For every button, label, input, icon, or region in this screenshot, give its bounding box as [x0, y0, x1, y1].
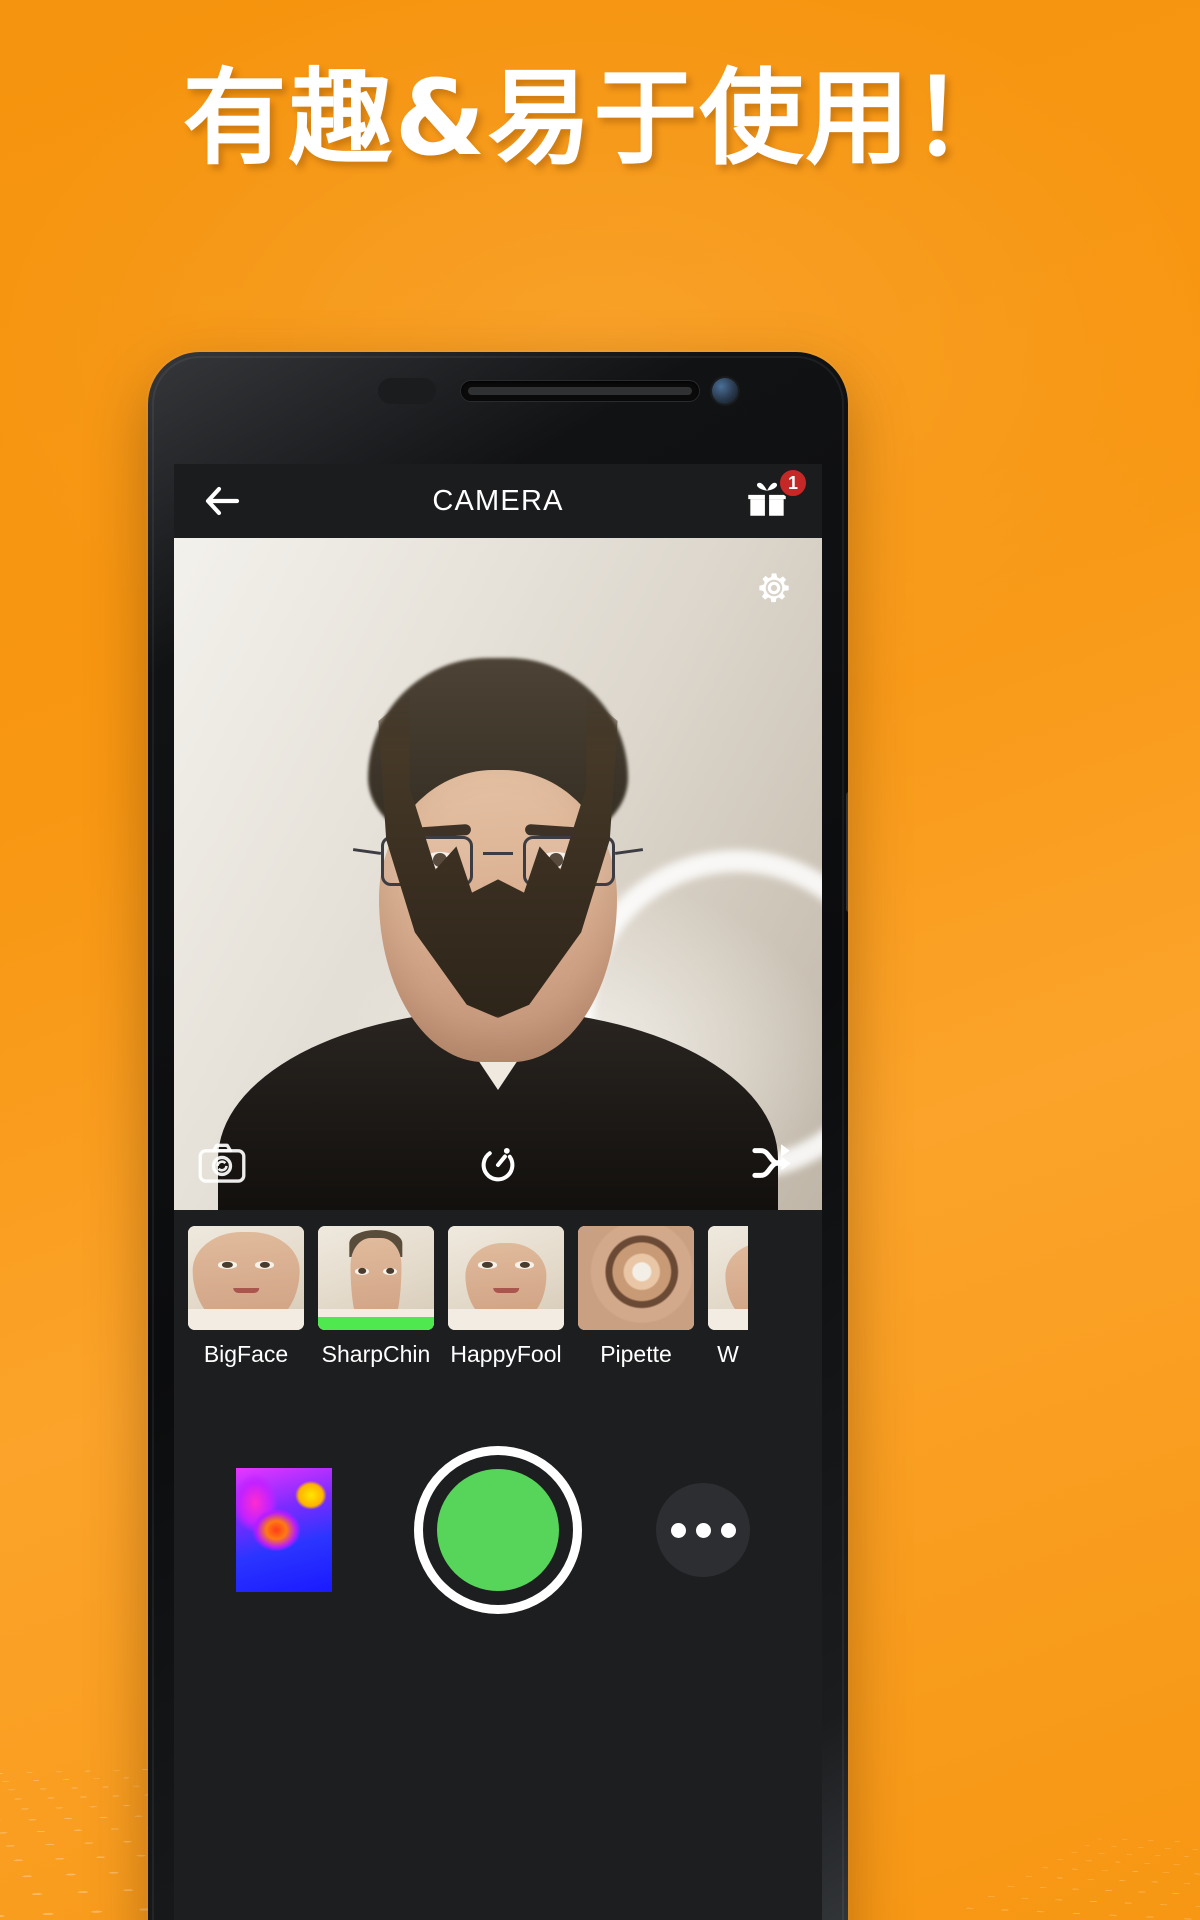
- filter-thumbnail: [578, 1226, 694, 1330]
- switch-camera-icon: [198, 1143, 246, 1183]
- settings-button[interactable]: [752, 566, 796, 610]
- phone-power-button: [846, 792, 848, 912]
- thumb-face: [578, 1226, 694, 1330]
- camera-viewfinder[interactable]: [174, 538, 822, 1210]
- earpiece-slit: [468, 387, 692, 395]
- filter-thumbnail: [448, 1226, 564, 1330]
- gift-button[interactable]: 1: [742, 468, 808, 530]
- filter-thumbnail: [188, 1226, 304, 1330]
- promo-headline: 有趣&易于使用！: [182, 57, 1018, 179]
- thumb-eye-right: [382, 1267, 397, 1275]
- thumb-eye-left: [478, 1261, 497, 1269]
- more-dot: [720, 1522, 736, 1538]
- glasses-bridge: [483, 852, 513, 855]
- arrow-left-icon: [205, 486, 240, 516]
- thumb-eye-left: [355, 1267, 370, 1275]
- filter-label: W: [717, 1341, 739, 1367]
- promo-screenshot: 有趣&易于使用！ CAMERA 1 BigFace SharpChin Happ…: [0, 0, 1200, 1920]
- shutter-button[interactable]: [414, 1446, 582, 1614]
- gear-icon: [759, 573, 789, 603]
- shutter-button-inner: [437, 1469, 559, 1591]
- filter-item-next[interactable]: W: [708, 1226, 748, 1368]
- thumb-mouth: [233, 1288, 259, 1293]
- more-dot: [670, 1522, 686, 1538]
- front-camera-lens: [712, 378, 738, 404]
- shuffle-icon: [752, 1144, 791, 1178]
- back-button[interactable]: [196, 475, 248, 527]
- filter-item-bigface[interactable]: BigFace: [188, 1226, 304, 1368]
- phone-top-bezel: [148, 352, 848, 464]
- filter-label: HappyFool: [450, 1341, 562, 1367]
- app-bar: CAMERA 1: [174, 464, 822, 538]
- thumb-eye-right: [255, 1261, 274, 1269]
- more-options-button[interactable]: [656, 1483, 750, 1577]
- thumb-shirt: [708, 1309, 748, 1330]
- filter-label: BigFace: [203, 1341, 289, 1367]
- thumb-shirt: [448, 1309, 564, 1330]
- phone-device-frame: CAMERA 1 BigFace SharpChin HappyFool Pip…: [148, 352, 848, 1920]
- filter-selected-indicator: [318, 1317, 434, 1330]
- page-title: CAMERA: [432, 484, 564, 517]
- app-screen: CAMERA 1 BigFace SharpChin HappyFool Pip…: [174, 464, 822, 1920]
- proximity-sensor: [378, 378, 436, 404]
- timer-icon: [481, 1147, 515, 1182]
- gallery-thumbnail[interactable]: [236, 1468, 332, 1592]
- filter-thumbnail: [708, 1226, 748, 1330]
- thumb-mouth: [493, 1288, 519, 1293]
- earpiece-speaker: [460, 380, 700, 402]
- filter-thumbnail: [318, 1226, 434, 1330]
- more-dot: [695, 1522, 711, 1538]
- timer-button[interactable]: [475, 1142, 521, 1188]
- filter-item-sharpchin[interactable]: SharpChin: [318, 1226, 434, 1368]
- filter-strip[interactable]: BigFace SharpChin HappyFool Pipette W: [174, 1210, 822, 1400]
- filter-item-happyfool[interactable]: HappyFool: [448, 1226, 564, 1368]
- gift-badge: 1: [778, 468, 808, 498]
- switch-camera-button[interactable]: [198, 1142, 246, 1186]
- thumb-eye-right: [515, 1261, 534, 1269]
- thumb-eye-left: [218, 1261, 237, 1269]
- thumb-shirt: [188, 1309, 304, 1330]
- shuffle-button[interactable]: [750, 1142, 796, 1186]
- filter-label: Pipette: [600, 1341, 672, 1367]
- camera-controls-bar: [174, 1400, 822, 1660]
- filter-label: SharpChin: [321, 1341, 431, 1367]
- filter-item-pipette[interactable]: Pipette: [578, 1226, 694, 1368]
